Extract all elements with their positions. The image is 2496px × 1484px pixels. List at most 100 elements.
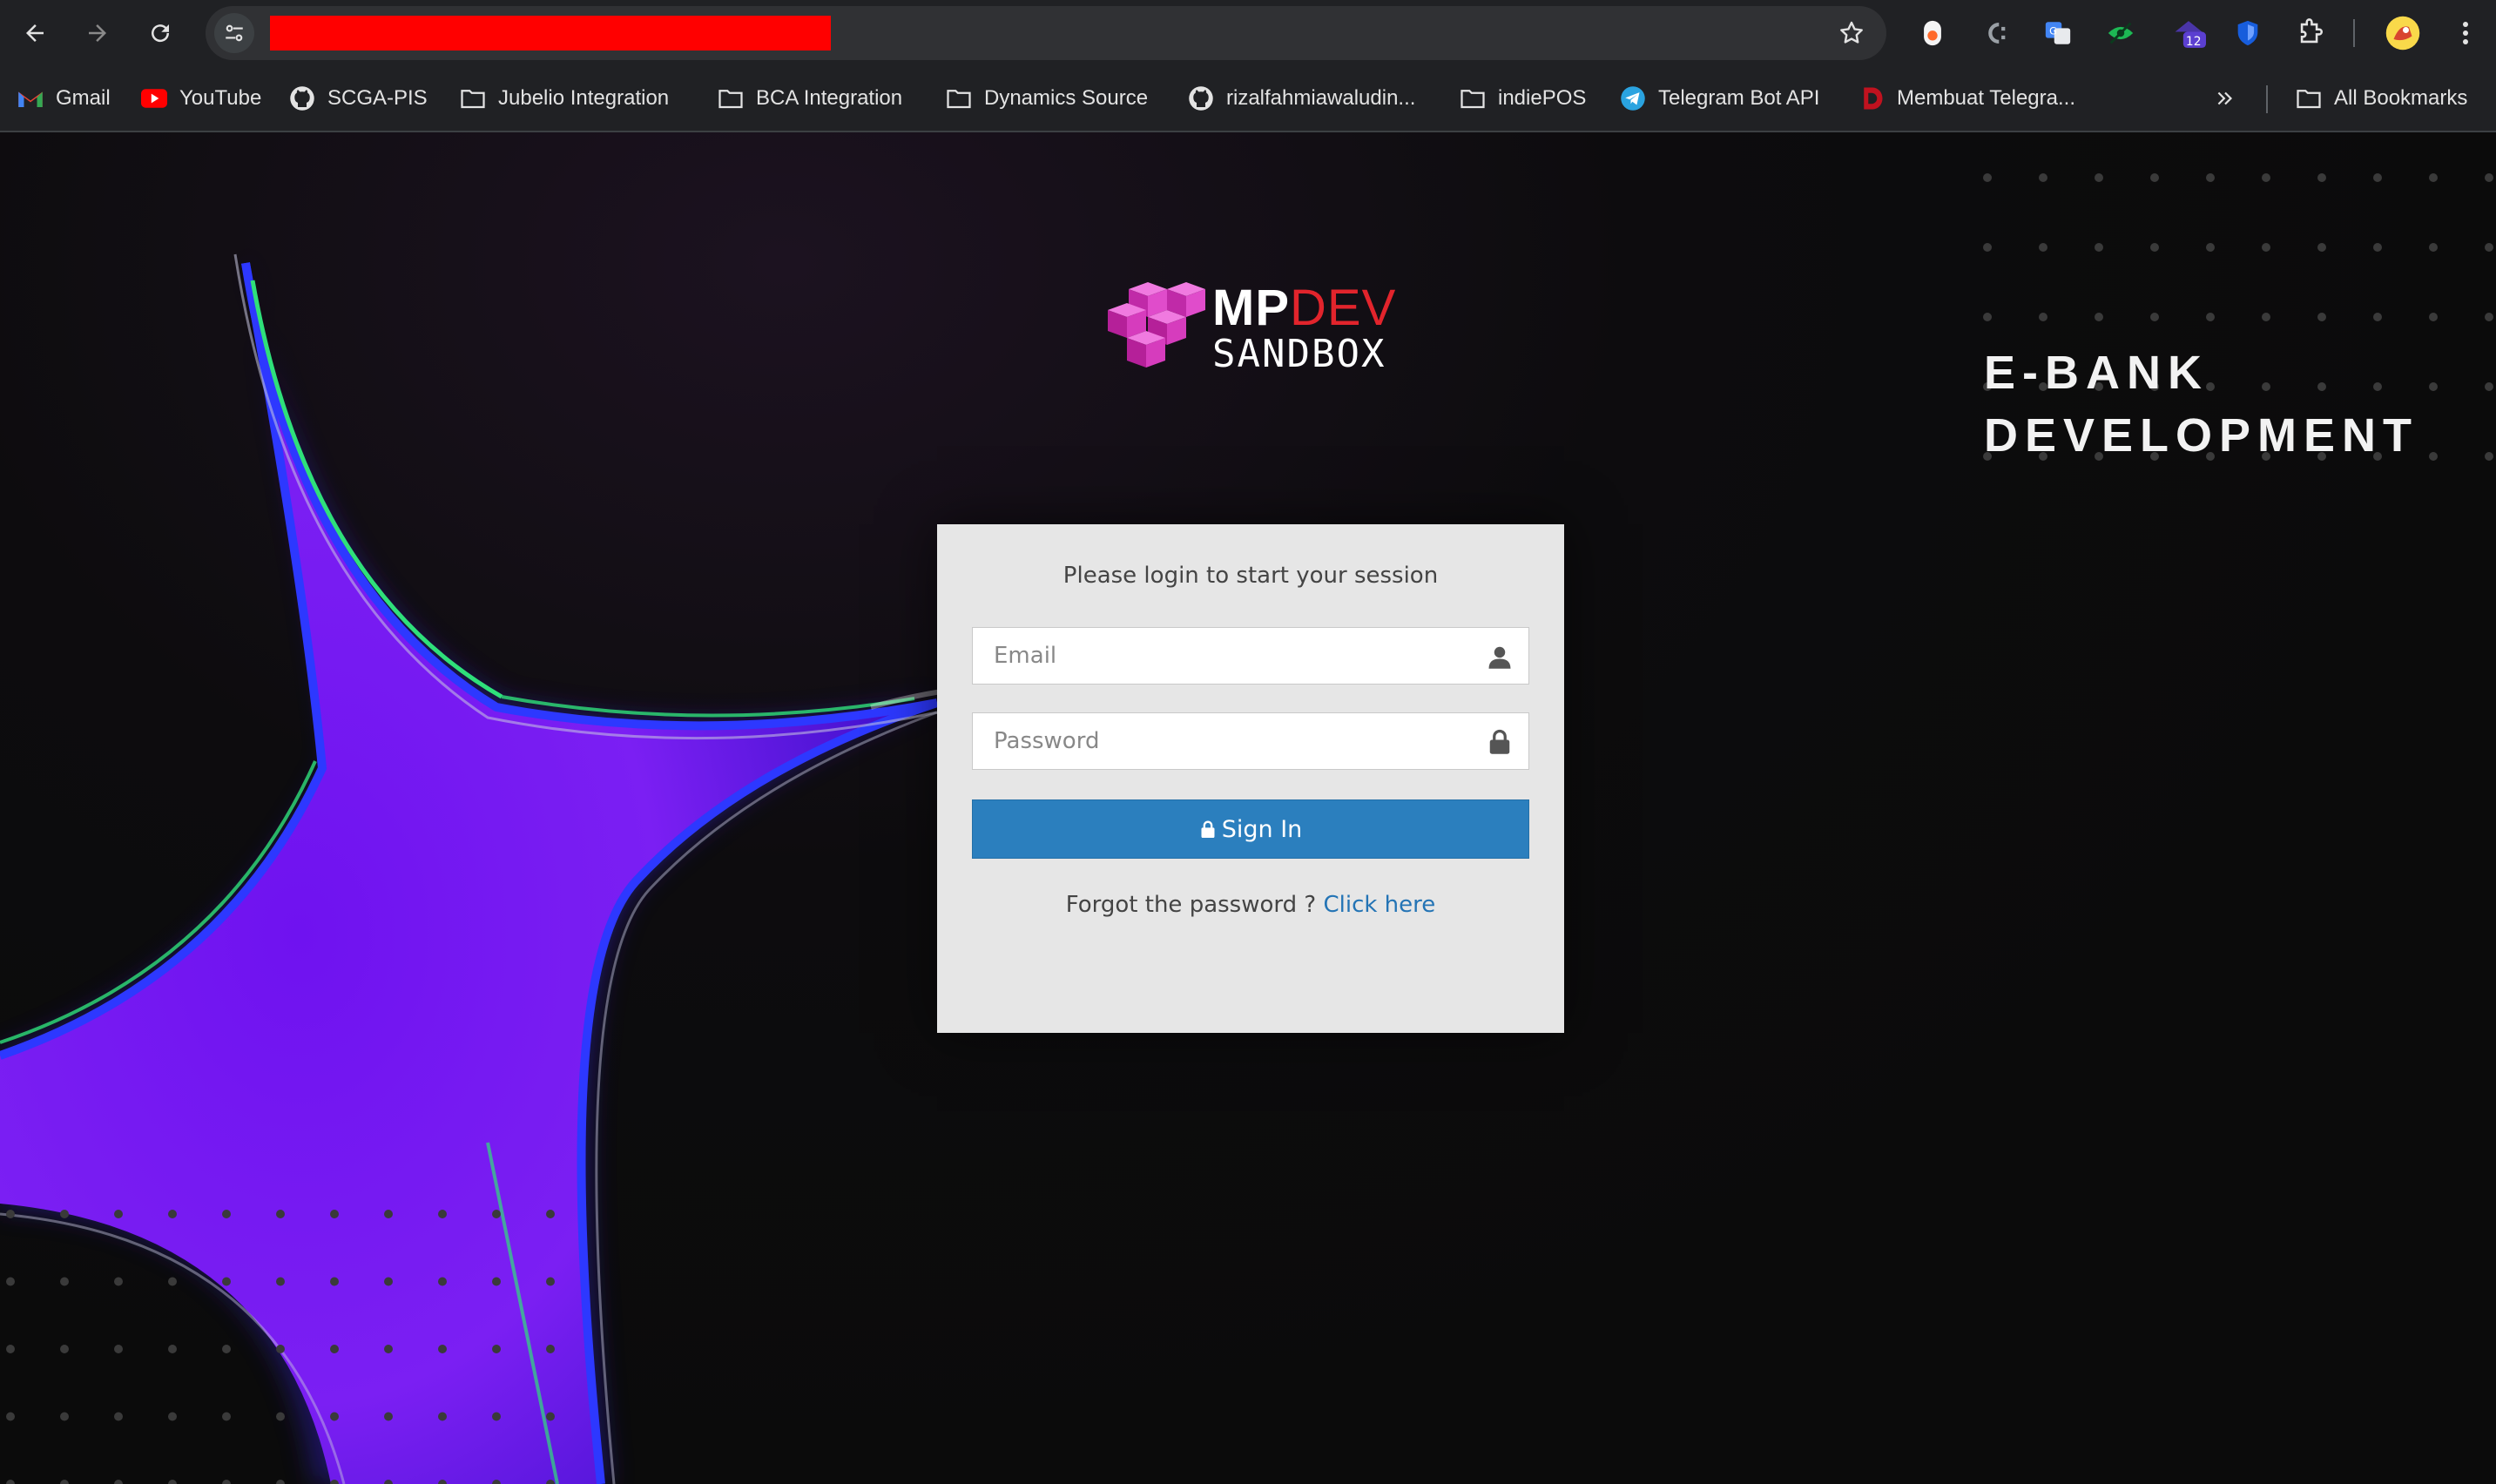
bookmark-label: indiePOS (1498, 86, 1587, 110)
folder-icon (460, 85, 486, 111)
grid-dot (6, 1480, 15, 1484)
grid-dot (1983, 173, 1992, 182)
svg-text:G: G (2049, 24, 2057, 37)
extension-4[interactable] (2101, 13, 2141, 53)
reload-button[interactable] (139, 12, 181, 54)
more-bookmarks-button[interactable] (2214, 66, 2236, 131)
bookmark-telegram[interactable]: Telegram Bot API (1620, 66, 1819, 131)
logo-dev-text: DEV (1290, 280, 1397, 336)
lock-icon (1489, 729, 1510, 754)
folder-icon (946, 85, 972, 111)
extension-6[interactable] (2228, 13, 2268, 53)
grid-dot (2317, 313, 2326, 321)
all-bookmarks-label: All Bookmarks (2334, 86, 2468, 110)
grid-dot (6, 1277, 15, 1286)
grid-dot (114, 1480, 123, 1484)
grid-dot (2485, 243, 2493, 252)
grid-dot (2429, 452, 2438, 461)
folder-icon (718, 85, 744, 111)
bookmark-membuat-telegram[interactable]: Membuat Telegra... (1859, 66, 2075, 131)
bookmark-youtube[interactable]: YouTube (141, 66, 261, 131)
email-input[interactable] (973, 628, 1502, 684)
bookmark-jubelio[interactable]: Jubelio Integration (460, 66, 669, 131)
grid-dot (492, 1277, 501, 1286)
puzzle-icon (2300, 18, 2323, 44)
logo-sandbox-text: SANDBOX (1212, 332, 1386, 376)
extensions-menu-button[interactable] (2290, 13, 2331, 53)
browser-toolbar: G 12 (0, 0, 2496, 66)
avatar-icon (2385, 16, 2420, 51)
grid-dot (2262, 313, 2270, 321)
bookmark-dynamics[interactable]: Dynamics Source (946, 66, 1148, 131)
folder-icon (2296, 85, 2322, 111)
logo-wordmark: MPDEV SANDBOX (1212, 283, 1396, 374)
back-button[interactable] (14, 12, 56, 54)
grid-dot (276, 1412, 285, 1421)
grid-dot (2429, 243, 2438, 252)
grid-dot (492, 1412, 501, 1421)
grid-dot (384, 1277, 393, 1286)
gmail-icon (17, 85, 44, 111)
site-info-button[interactable] (214, 13, 254, 53)
grid-dot (330, 1480, 339, 1484)
bookmark-label: Gmail (56, 86, 111, 110)
grid-dot (168, 1210, 177, 1218)
grid-dot (492, 1345, 501, 1353)
mpdev-sandbox-logo: MPDEV SANDBOX (1106, 280, 1396, 376)
brand-line-2: DEVELOPMENT (1984, 409, 2419, 462)
address-bar[interactable] (206, 6, 1886, 60)
extension-5[interactable]: 12 (2169, 13, 2209, 53)
grid-dot (276, 1480, 285, 1484)
password-field-group (972, 712, 1529, 770)
grid-dot (60, 1412, 69, 1421)
grid-dot (276, 1210, 285, 1218)
password-input[interactable] (973, 713, 1502, 769)
bookmark-scga-pis[interactable]: SCGA-PIS (289, 66, 428, 131)
grid-dot (114, 1277, 123, 1286)
grid-dot (2373, 243, 2382, 252)
all-bookmarks[interactable]: All Bookmarks (2296, 66, 2467, 131)
bookmark-rizal[interactable]: rizalfahmiawaludin... (1188, 66, 1415, 131)
grid-dot (2150, 173, 2159, 182)
forgot-password-link[interactable]: Click here (1323, 892, 1435, 918)
login-message: Please login to start your session (1062, 563, 1439, 589)
grid-dot (384, 1480, 393, 1484)
grid-dot (2317, 173, 2326, 182)
bookmark-star-button[interactable] (1834, 16, 1869, 51)
grid-dot (546, 1277, 555, 1286)
grid-dot (60, 1480, 69, 1484)
grid-dot (2485, 382, 2493, 391)
extension-1[interactable] (1912, 13, 1953, 53)
grid-dot (2317, 243, 2326, 252)
bookmarks-bar: Gmail YouTube SCGA-PIS Jubelio Integrati… (0, 66, 2496, 132)
extension-3[interactable]: G (2038, 13, 2078, 53)
brand-line-1: E-BANK (1984, 347, 2209, 399)
grid-dot (2206, 313, 2215, 321)
profile-avatar[interactable] (2383, 13, 2423, 53)
forward-button[interactable] (77, 12, 118, 54)
code-extension-icon (1988, 22, 2006, 44)
grid-dot (384, 1210, 393, 1218)
grid-dot (1983, 243, 1992, 252)
grid-dot (2485, 313, 2493, 321)
bookmark-bca[interactable]: BCA Integration (718, 66, 902, 131)
grid-dot (2373, 173, 2382, 182)
lock-icon (1201, 820, 1215, 838)
bookmark-label: Membuat Telegra... (1897, 86, 2075, 110)
star-icon (1840, 21, 1863, 44)
folder-icon (1460, 85, 1486, 111)
browser-menu-button[interactable] (2445, 13, 2486, 53)
sign-in-button[interactable]: Sign In (972, 799, 1529, 859)
email-field-group (972, 627, 1529, 685)
bookmark-label: Jubelio Integration (498, 86, 670, 110)
bookmark-label: YouTube (179, 86, 262, 110)
grid-dot (546, 1480, 555, 1484)
grid-dot (2262, 243, 2270, 252)
bookmark-gmail[interactable]: Gmail (17, 66, 111, 131)
bookmark-label: Telegram Bot API (1658, 86, 1820, 110)
toolbar-divider (2353, 19, 2355, 47)
extension-2[interactable] (1975, 13, 2015, 53)
bookmark-indiepos[interactable]: indiePOS (1460, 66, 1586, 131)
dicoding-icon (1859, 85, 1885, 111)
grid-dot (2206, 173, 2215, 182)
